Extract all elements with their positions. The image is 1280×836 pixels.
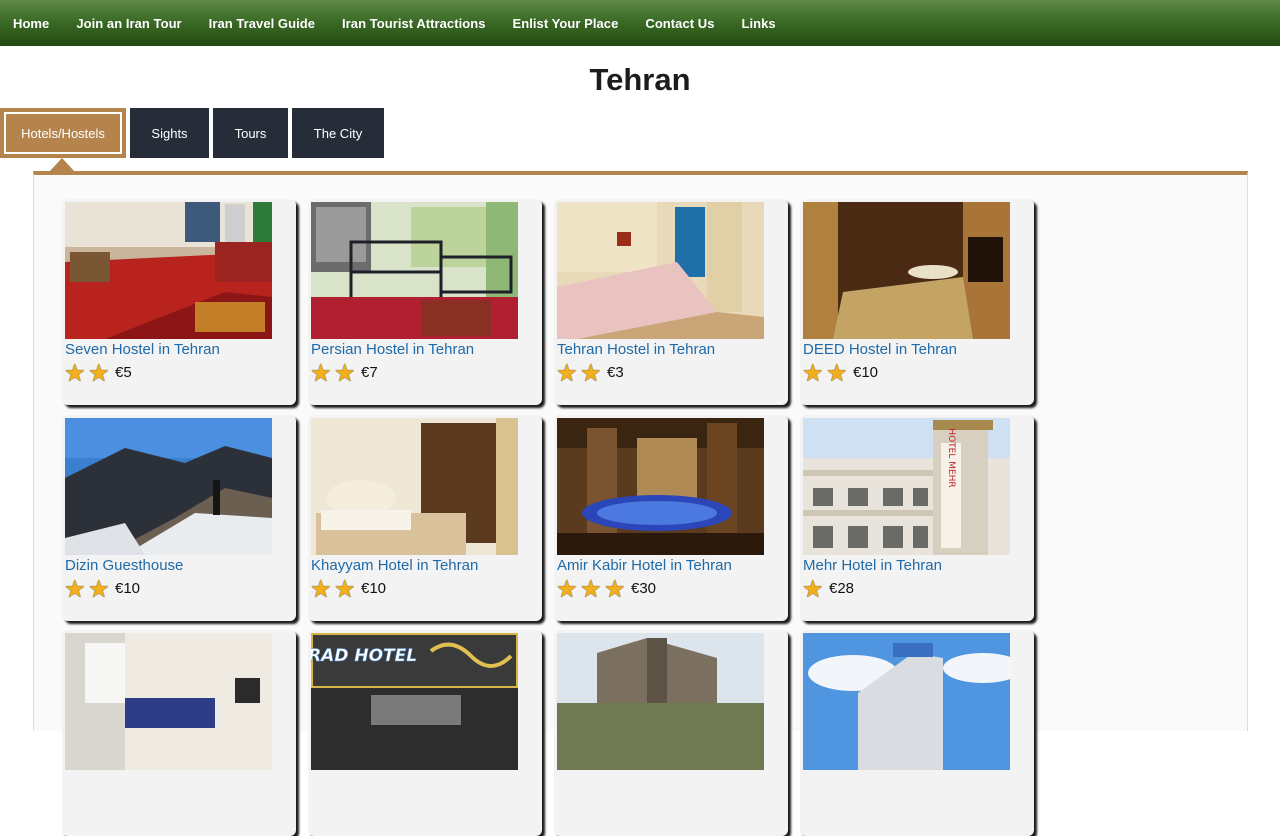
listing-name[interactable]: Mehr Hotel in Tehran <box>803 557 942 574</box>
listing-card[interactable] <box>800 630 1034 836</box>
active-tab-pointer <box>49 158 75 172</box>
star-icon: ★ <box>604 576 626 603</box>
top-navigation: Home Join an Iran Tour Iran Travel Guide… <box>0 0 1280 46</box>
listing-price: €5 <box>115 364 132 381</box>
listing-card[interactable] <box>554 630 788 836</box>
listing-card[interactable]: Tehran Hostel in Tehran ★ ★ €3 <box>554 199 788 405</box>
tab-the-city[interactable]: The City <box>292 108 384 158</box>
star-rating: ★ ★ <box>802 360 850 387</box>
star-icon: ★ <box>580 576 602 603</box>
listing-photo[interactable] <box>557 418 764 555</box>
listing-card[interactable]: Seven Hostel in Tehran ★ ★ €5 <box>62 199 296 405</box>
listing-name[interactable]: DEED Hostel in Tehran <box>803 341 957 358</box>
listing-name[interactable]: Dizin Guesthouse <box>65 557 183 574</box>
star-icon: ★ <box>64 576 86 603</box>
listing-card[interactable]: DEED Hostel in Tehran ★ ★ €10 <box>800 199 1034 405</box>
listing-price: €7 <box>361 364 378 381</box>
listing-name[interactable]: Amir Kabir Hotel in Tehran <box>557 557 732 574</box>
listing-photo[interactable] <box>557 633 764 770</box>
tab-hotels-hostels-label: Hotels/Hostels <box>4 112 122 154</box>
listing-price: €30 <box>631 580 657 597</box>
star-icon: ★ <box>826 360 848 387</box>
listing-card[interactable]: Persian Hostel in Tehran ★ ★ €7 <box>308 199 542 405</box>
star-rating: ★ ★ ★ <box>556 576 628 603</box>
star-icon: ★ <box>580 360 602 387</box>
star-rating: ★ <box>802 576 826 603</box>
listing-photo[interactable] <box>803 202 1010 339</box>
nav-enlist-place[interactable]: Enlist Your Place <box>513 16 619 31</box>
nav-travel-guide[interactable]: Iran Travel Guide <box>209 16 315 31</box>
tab-hotels-hostels[interactable]: Hotels/Hostels <box>0 108 126 158</box>
star-icon: ★ <box>88 576 110 603</box>
nav-home[interactable]: Home <box>13 16 49 31</box>
listing-name[interactable]: Seven Hostel in Tehran <box>65 341 220 358</box>
nav-contact-us[interactable]: Contact Us <box>645 16 714 31</box>
listing-card[interactable] <box>62 630 296 836</box>
listing-name[interactable]: Khayyam Hotel in Tehran <box>311 557 478 574</box>
listing-photo[interactable] <box>803 633 1010 770</box>
listing-photo[interactable] <box>65 202 272 339</box>
star-icon: ★ <box>334 576 356 603</box>
listing-price: €28 <box>829 580 855 597</box>
listing-photo[interactable]: HOTEL MEHR <box>803 418 1010 555</box>
listing-card[interactable]: ARAD HOTEL <box>308 630 542 836</box>
listing-card[interactable]: Amir Kabir Hotel in Tehran ★ ★ ★ €30 <box>554 415 788 621</box>
listing-card[interactable]: Dizin Guesthouse ★ ★ €10 <box>62 415 296 621</box>
star-icon: ★ <box>310 360 332 387</box>
listing-price: €10 <box>853 364 879 381</box>
star-rating: ★ ★ <box>64 576 112 603</box>
listing-card[interactable]: HOTEL MEHR Mehr Hotel in Tehran ★ €28 <box>800 415 1034 621</box>
star-icon: ★ <box>310 576 332 603</box>
star-rating: ★ ★ <box>310 576 358 603</box>
star-icon: ★ <box>556 576 578 603</box>
star-icon: ★ <box>334 360 356 387</box>
star-icon: ★ <box>88 360 110 387</box>
nav-join-tour[interactable]: Join an Iran Tour <box>76 16 181 31</box>
hotel-sign: ARAD HOTEL <box>311 646 417 666</box>
listing-photo[interactable] <box>65 633 272 770</box>
listing-photo[interactable] <box>65 418 272 555</box>
listing-name[interactable]: Tehran Hostel in Tehran <box>557 341 715 358</box>
listing-price: €10 <box>115 580 141 597</box>
listing-photo[interactable] <box>311 418 518 555</box>
listing-name[interactable]: Persian Hostel in Tehran <box>311 341 474 358</box>
hotel-sign: HOTEL MEHR <box>946 428 956 487</box>
star-icon: ★ <box>802 360 824 387</box>
listing-photo[interactable] <box>557 202 764 339</box>
tab-sights[interactable]: Sights <box>130 108 209 158</box>
tab-tours[interactable]: Tours <box>213 108 288 158</box>
nav-links[interactable]: Links <box>742 16 776 31</box>
listing-card[interactable]: Khayyam Hotel in Tehran ★ ★ €10 <box>308 415 542 621</box>
listing-price: €3 <box>607 364 624 381</box>
listing-price: €10 <box>361 580 387 597</box>
listing-photo[interactable] <box>311 202 518 339</box>
page-title: Tehran <box>589 62 691 97</box>
star-rating: ★ ★ <box>64 360 112 387</box>
nav-tourist-attractions[interactable]: Iran Tourist Attractions <box>342 16 486 31</box>
star-icon: ★ <box>802 576 824 603</box>
star-rating: ★ ★ <box>556 360 604 387</box>
listing-photo[interactable]: ARAD HOTEL <box>311 633 518 770</box>
star-icon: ★ <box>556 360 578 387</box>
star-icon: ★ <box>64 360 86 387</box>
star-rating: ★ ★ <box>310 360 358 387</box>
